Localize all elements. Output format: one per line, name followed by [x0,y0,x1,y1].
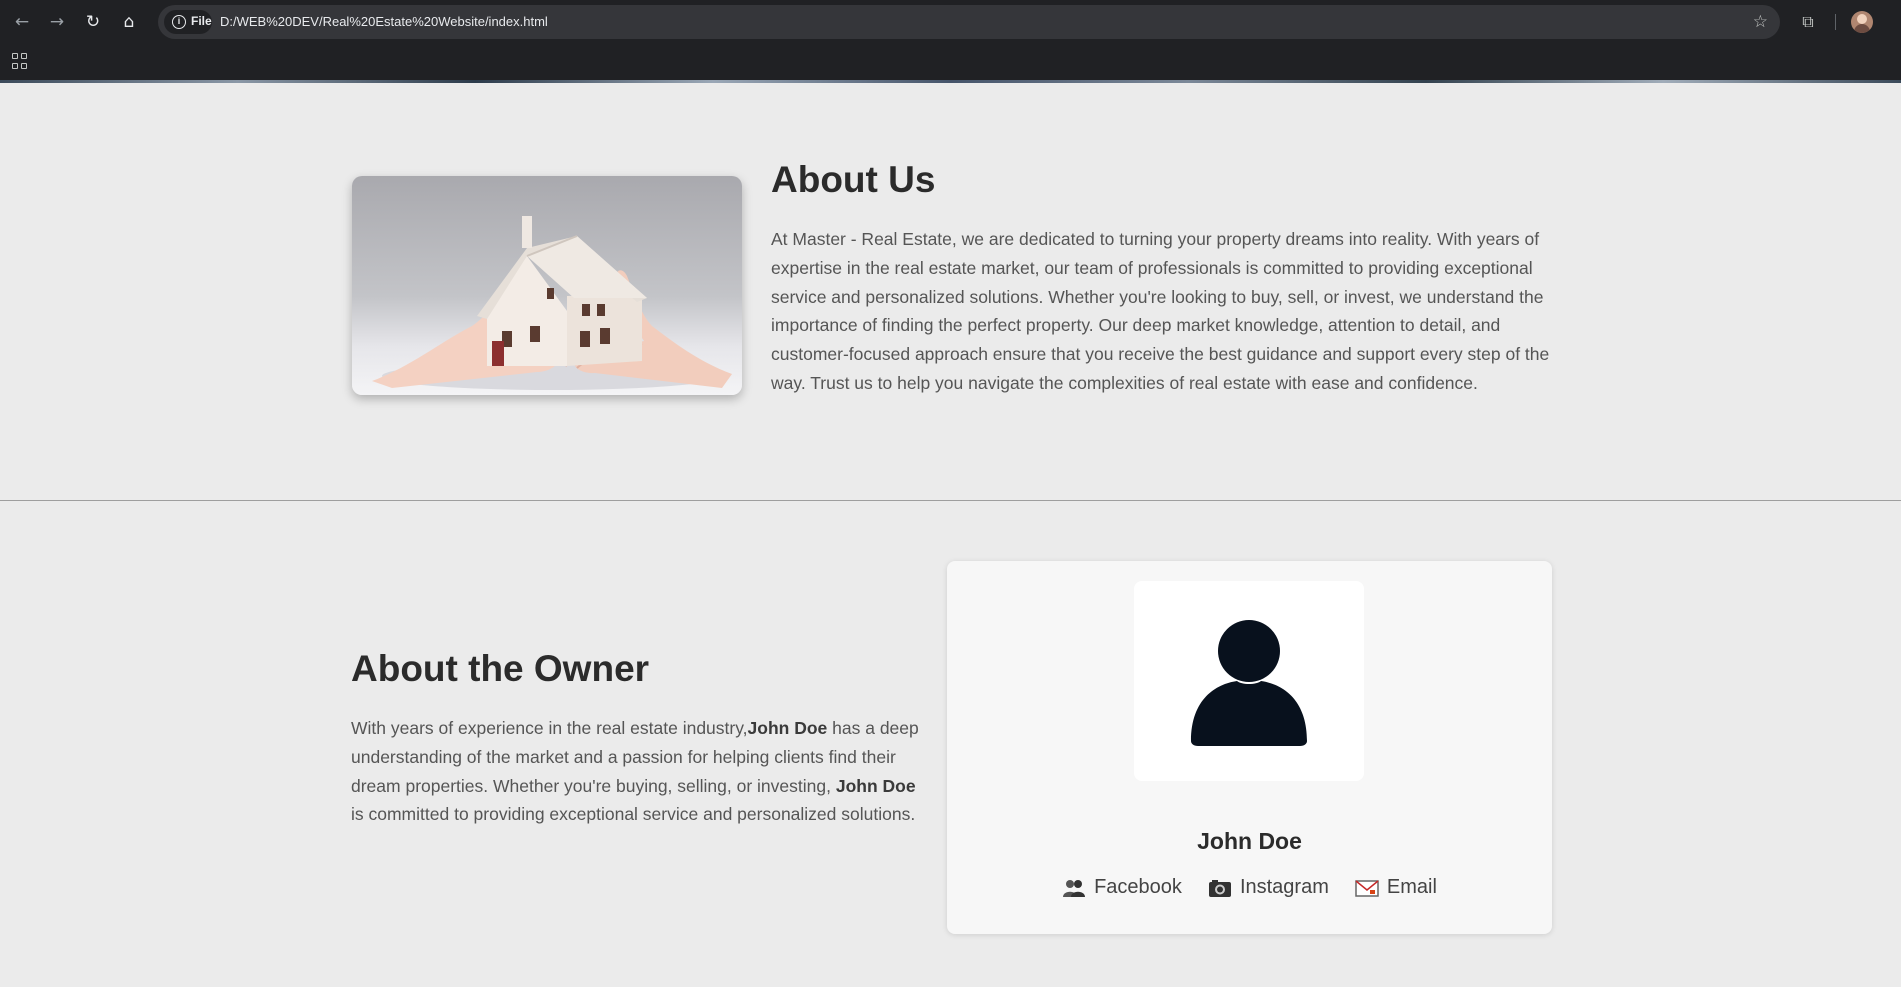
house-in-hands-image [352,176,742,395]
browser-chrome: ← → ↻ ⌂ i File D:/WEB%20DEV/Real%20Estat… [0,0,1901,80]
back-arrow-icon[interactable]: ← [11,11,33,33]
extensions-puzzle-icon[interactable]: ⧉ [1797,11,1819,33]
section-divider [0,500,1901,501]
home-icon[interactable]: ⌂ [118,11,140,33]
email-label: Email [1386,876,1437,898]
about-us-paragraph: At Master - Real Estate, we are dedicate… [771,229,1550,393]
profile-avatar[interactable] [1851,11,1873,33]
bookmarks-bar [0,44,1901,80]
social-links: Facebook Instagram Email [947,876,1552,899]
reload-icon[interactable]: ↻ [82,11,104,33]
about-owner-paragraph: With years of experience in the real est… [351,714,926,829]
url-text[interactable]: D:/WEB%20DEV/Real%20Estate%20Website/ind… [220,14,548,29]
user-silhouette-icon [1191,620,1307,746]
browser-toolbar: ← → ↻ ⌂ i File D:/WEB%20DEV/Real%20Estat… [0,0,1901,44]
email-link[interactable]: Email [1355,876,1437,899]
file-label: File [191,14,212,28]
envelope-icon [1355,878,1379,898]
facebook-link[interactable]: Facebook [1062,876,1182,899]
apps-grid-icon[interactable] [12,53,28,69]
hero-image-edge [0,80,1901,83]
owner-text-part: is committed to providing exceptional se… [351,804,916,825]
toolbar-divider [1835,14,1836,30]
forward-arrow-icon[interactable]: → [46,11,68,33]
camera-icon [1208,878,1232,898]
about-owner-heading: About the Owner [351,648,650,689]
owner-text-part: With years of experience in the real est… [351,718,748,738]
owner-name-bold: John Doe [835,775,916,796]
facebook-label: Facebook [1094,876,1182,898]
owner-card: John Doe Facebook Instagram Email [947,561,1552,934]
about-us-heading: About Us [771,159,936,200]
owner-name: John Doe [1197,828,1302,854]
people-icon [1062,878,1086,898]
owner-avatar [1134,581,1364,781]
address-bar[interactable]: i File D:/WEB%20DEV/Real%20Estate%20Webs… [158,5,1780,39]
owner-name-bold: John Doe [747,718,828,738]
bookmark-star-icon[interactable]: ☆ [1753,12,1768,32]
info-icon: i [172,15,186,29]
instagram-label: Instagram [1239,876,1329,898]
instagram-link[interactable]: Instagram [1208,876,1329,899]
site-info-chip[interactable]: i File [164,10,212,34]
